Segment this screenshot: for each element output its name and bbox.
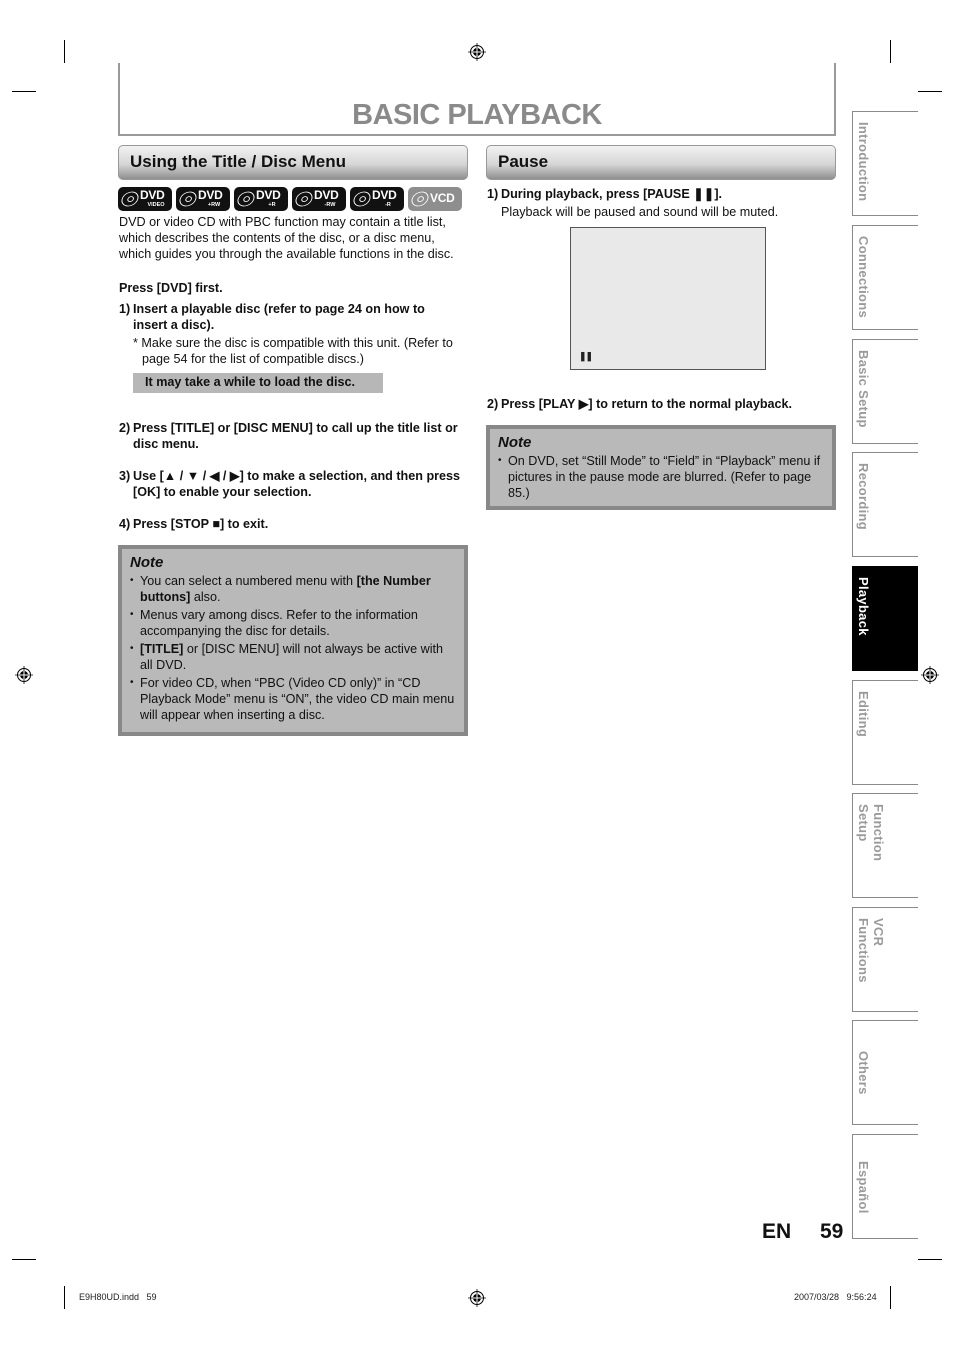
page-number: 59 <box>820 1220 844 1243</box>
note-title: Note <box>130 554 164 571</box>
registration-mark-icon <box>468 43 486 61</box>
crop-mark <box>64 1286 65 1309</box>
dvd-minus-r-disc-icon: DVD -R <box>350 187 404 211</box>
side-tab-connections[interactable]: Connections <box>852 225 918 330</box>
paused-screen-illustration: ❚❚ <box>570 227 766 370</box>
section-heading-pause: Pause <box>486 145 836 180</box>
crop-mark <box>918 1259 942 1260</box>
dvd-video-disc-icon: DVD VIDEO <box>118 187 172 211</box>
side-tab-editing[interactable]: Editing <box>852 680 918 785</box>
side-tab-basic-setup[interactable]: Basic Setup <box>852 339 918 444</box>
registration-mark-icon <box>15 666 33 684</box>
disc-type-icons: DVD VIDEO DVD +RW DVD +R DVD -RW DVD -R VCD <box>118 187 462 211</box>
slug-file-info: E9H80UD.indd 59 <box>79 1292 157 1302</box>
right-step-1: 1) During playback, press [PAUSE ❚❚]. <box>487 187 723 201</box>
crop-mark <box>890 1286 891 1309</box>
section-heading-title-disc-menu: Using the Title / Disc Menu <box>118 145 468 180</box>
note-item: On DVD, set “Still Mode” to “Field” in “… <box>498 453 824 501</box>
crop-mark <box>918 91 942 92</box>
side-tab-others[interactable]: Others <box>852 1020 918 1125</box>
left-note-box: Note You can select a numbered menu with… <box>118 545 468 736</box>
vcd-disc-icon: VCD <box>408 187 462 211</box>
registration-mark-icon <box>468 1289 486 1307</box>
side-tab-playback[interactable]: Playback <box>852 566 918 671</box>
page-header: BASIC PLAYBACK <box>118 63 836 136</box>
intro-paragraph: DVD or video CD with PBC function may co… <box>119 215 454 261</box>
left-step-1: 1) Insert a playable disc (refer to page … <box>119 302 425 332</box>
note-item: [TITLE] or [DISC MENU] will not always b… <box>130 641 456 673</box>
side-tab-introduction[interactable]: Introduction <box>852 111 918 216</box>
side-tab-recording[interactable]: Recording <box>852 452 918 557</box>
step1-compatibility-note: * Make sure the disc is compatible with … <box>133 336 453 366</box>
crop-mark <box>890 40 891 63</box>
note-title: Note <box>498 434 532 451</box>
dvd-minus-rw-disc-icon: DVD -RW <box>292 187 346 211</box>
registration-mark-icon <box>921 666 939 684</box>
side-tab-function-setup[interactable]: Function Setup <box>852 793 918 898</box>
slug-datetime: 2007/03/28 9:56:24 <box>794 1292 877 1302</box>
page-title: BASIC PLAYBACK <box>352 99 602 131</box>
loading-notice: It may take a while to load the disc. <box>133 373 383 393</box>
note-item: You can select a numbered menu with [the… <box>130 573 456 605</box>
note-item: For video CD, when “PBC (Video CD only)”… <box>130 675 456 723</box>
note-item: Menus vary among discs. Refer to the inf… <box>130 607 456 639</box>
left-step-2: 2) Press [TITLE] or [DISC MENU] to call u… <box>119 421 458 451</box>
dvd-plus-r-disc-icon: DVD +R <box>234 187 288 211</box>
page-language: EN <box>762 1220 792 1243</box>
side-tab-vcr-functions[interactable]: VCR Functions <box>852 907 918 1012</box>
left-step-3: 3) Use [▲ / ▼ / ◀ / ▶] to make a selectio… <box>119 469 461 499</box>
pause-icon: ❚❚ <box>579 351 593 361</box>
dvd-plus-rw-disc-icon: DVD +RW <box>176 187 230 211</box>
crop-mark <box>12 1259 36 1260</box>
right-step-2: 2) Press [PLAY ▶] to return to the normal… <box>487 397 793 411</box>
side-tab-espanol[interactable]: Español <box>852 1134 918 1239</box>
crop-mark <box>12 91 36 92</box>
left-step-4: 4) Press [STOP ■] to exit. <box>119 517 269 531</box>
crop-mark <box>64 40 65 63</box>
right-step-1-description: Playback will be paused and sound will b… <box>501 205 779 219</box>
press-dvd-first: Press [DVD] first. <box>119 281 223 295</box>
right-note-box: Note On DVD, set “Still Mode” to “Field”… <box>486 425 836 510</box>
